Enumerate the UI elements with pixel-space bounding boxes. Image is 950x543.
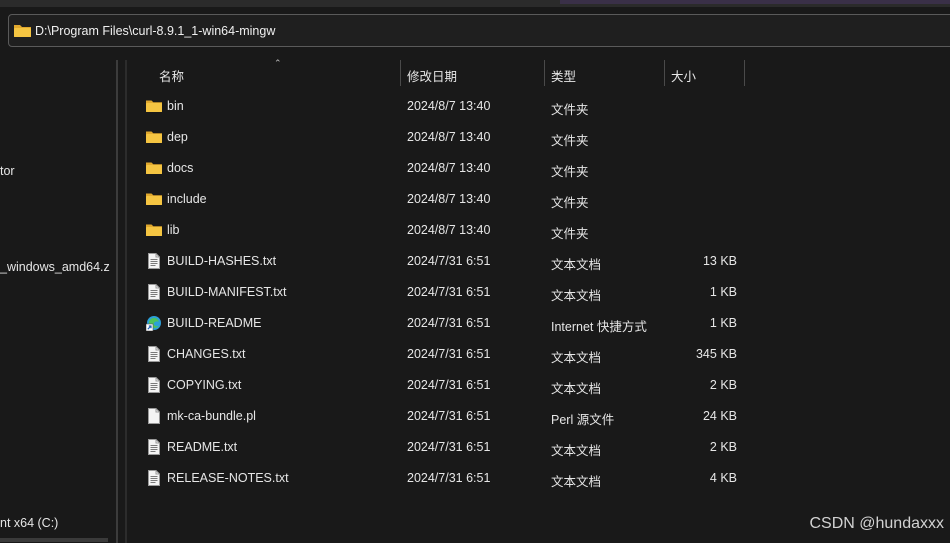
- file-date: 2024/7/31 6:51: [407, 409, 491, 423]
- column-name[interactable]: 名称: [159, 66, 184, 85]
- title-strip: [0, 0, 950, 7]
- file-type: 文件夹: [551, 134, 589, 148]
- file-size: 13 KB: [702, 254, 737, 268]
- file-name: bin: [167, 99, 184, 113]
- file-name: BUILD-MANIFEST.txt: [167, 285, 287, 299]
- file-date: 2024/8/7 13:40: [407, 223, 491, 237]
- file-date: 2024/7/31 6:51: [407, 471, 491, 485]
- file-size: 345 KB: [695, 347, 737, 361]
- file-row[interactable]: lib 2024/8/7 13:40 文件夹: [128, 215, 950, 246]
- edge-shortcut-icon: [145, 315, 162, 332]
- file-type: 文件夹: [551, 103, 589, 117]
- file-date: 2024/7/31 6:51: [407, 254, 491, 268]
- file-list: bin 2024/8/7 13:40 文件夹 dep 2024/8/7 13:40 文件夹…: [128, 91, 950, 494]
- file-row[interactable]: include 2024/8/7 13:40 文件夹: [128, 184, 950, 215]
- file-type: 文本文档: [551, 258, 602, 272]
- file-date: 2024/8/7 13:40: [407, 161, 491, 175]
- column-divider[interactable]: [400, 60, 401, 86]
- file-row[interactable]: README.txt 2024/7/31 6:51 文本文档 2 KB: [128, 432, 950, 463]
- file-size: 1 KB: [709, 285, 737, 299]
- column-divider[interactable]: [544, 60, 545, 86]
- file-name: docs: [167, 161, 194, 175]
- file-type: Perl 源文件: [551, 413, 615, 427]
- column-type[interactable]: 类型: [551, 66, 576, 85]
- column-size[interactable]: 大小: [671, 66, 696, 85]
- file-size: 4 KB: [709, 471, 737, 485]
- navigation-pane: tor _windows_amd64.z nt x64 (C:): [0, 60, 118, 543]
- file-row[interactable]: bin 2024/8/7 13:40 文件夹: [128, 91, 950, 122]
- column-divider[interactable]: [664, 60, 665, 86]
- file-type: 文件夹: [551, 196, 589, 210]
- file-size: 1 KB: [709, 316, 737, 330]
- folder-icon: [14, 25, 31, 37]
- file-name: RELEASE-NOTES.txt: [167, 471, 289, 485]
- file-type: 文件夹: [551, 165, 589, 179]
- file-size: 2 KB: [709, 378, 737, 392]
- pane-divider[interactable]: [125, 60, 127, 543]
- sidebar-item[interactable]: _windows_amd64.z: [0, 260, 110, 274]
- file-name: dep: [167, 130, 188, 144]
- sidebar-item[interactable]: tor: [0, 164, 15, 178]
- address-path[interactable]: D:\Program Files\curl-8.9.1_1-win64-ming…: [35, 24, 275, 38]
- text-file-icon: [146, 439, 162, 455]
- file-size: 24 KB: [702, 409, 737, 423]
- file-type: 文本文档: [551, 382, 602, 396]
- column-date[interactable]: 修改日期: [407, 66, 457, 85]
- file-date: 2024/8/7 13:40: [407, 130, 491, 144]
- file-row[interactable]: BUILD-MANIFEST.txt 2024/7/31 6:51 文本文档 1 KB: [128, 277, 950, 308]
- file-name: mk-ca-bundle.pl: [167, 409, 256, 423]
- file-name: CHANGES.txt: [167, 347, 246, 361]
- file-name: README.txt: [167, 440, 238, 454]
- file-type: 文本文档: [551, 351, 602, 365]
- file-type: 文本文档: [551, 289, 602, 303]
- file-date: 2024/7/31 6:51: [407, 285, 491, 299]
- sort-ascending-icon: ⌃: [274, 58, 282, 68]
- title-accent: [560, 0, 950, 4]
- address-bar[interactable]: D:\Program Files\curl-8.9.1_1-win64-ming…: [8, 14, 950, 47]
- text-file-icon: [146, 253, 162, 269]
- file-row[interactable]: BUILD-HASHES.txt 2024/7/31 6:51 文本文档 13 KB: [128, 246, 950, 277]
- file-size: 2 KB: [709, 440, 737, 454]
- text-file-icon: [146, 470, 162, 486]
- sidebar-scrollbar[interactable]: [116, 60, 118, 543]
- watermark: CSDN @hundaxxx: [809, 515, 944, 532]
- file-date: 2024/7/31 6:51: [407, 316, 491, 330]
- file-row[interactable]: BUILD-README 2024/7/31 6:51 Internet 快捷方式 1…: [128, 308, 950, 339]
- file-date: 2024/8/7 13:40: [407, 99, 491, 113]
- file-name: BUILD-HASHES.txt: [167, 254, 277, 268]
- file-row[interactable]: CHANGES.txt 2024/7/31 6:51 文本文档 345 KB: [128, 339, 950, 370]
- file-name: COPYING.txt: [167, 378, 242, 392]
- file-date: 2024/7/31 6:51: [407, 440, 491, 454]
- file-type: Internet 快捷方式: [551, 320, 647, 334]
- file-row[interactable]: RELEASE-NOTES.txt 2024/7/31 6:51 文本文档 4 KB: [128, 463, 950, 494]
- text-file-icon: [146, 377, 162, 393]
- file-date: 2024/8/7 13:40: [407, 192, 491, 206]
- column-divider[interactable]: [744, 60, 745, 86]
- folder-icon: [146, 191, 162, 207]
- folder-icon: [146, 222, 162, 238]
- file-type: 文件夹: [551, 227, 589, 241]
- folder-icon: [146, 129, 162, 145]
- file-row[interactable]: docs 2024/8/7 13:40 文件夹: [128, 153, 950, 184]
- text-file-icon: [146, 346, 162, 362]
- column-header: ⌃ 名称 修改日期 类型 大小: [128, 58, 950, 88]
- file-date: 2024/7/31 6:51: [407, 347, 491, 361]
- sidebar-horizontal-scrollbar[interactable]: [0, 538, 108, 542]
- file-name: BUILD-README: [167, 316, 262, 330]
- file-name: include: [167, 192, 207, 206]
- blank-file-icon: [146, 408, 162, 424]
- text-file-icon: [146, 284, 162, 300]
- file-row[interactable]: dep 2024/8/7 13:40 文件夹: [128, 122, 950, 153]
- file-type: 文本文档: [551, 475, 602, 489]
- folder-icon: [146, 160, 162, 176]
- folder-icon: [146, 98, 162, 114]
- file-name: lib: [167, 223, 180, 237]
- file-date: 2024/7/31 6:51: [407, 378, 491, 392]
- file-type: 文本文档: [551, 444, 602, 458]
- file-row[interactable]: COPYING.txt 2024/7/31 6:51 文本文档 2 KB: [128, 370, 950, 401]
- sidebar-item-drive-c[interactable]: nt x64 (C:): [0, 516, 58, 530]
- file-row[interactable]: mk-ca-bundle.pl 2024/7/31 6:51 Perl 源文件 24 …: [128, 401, 950, 432]
